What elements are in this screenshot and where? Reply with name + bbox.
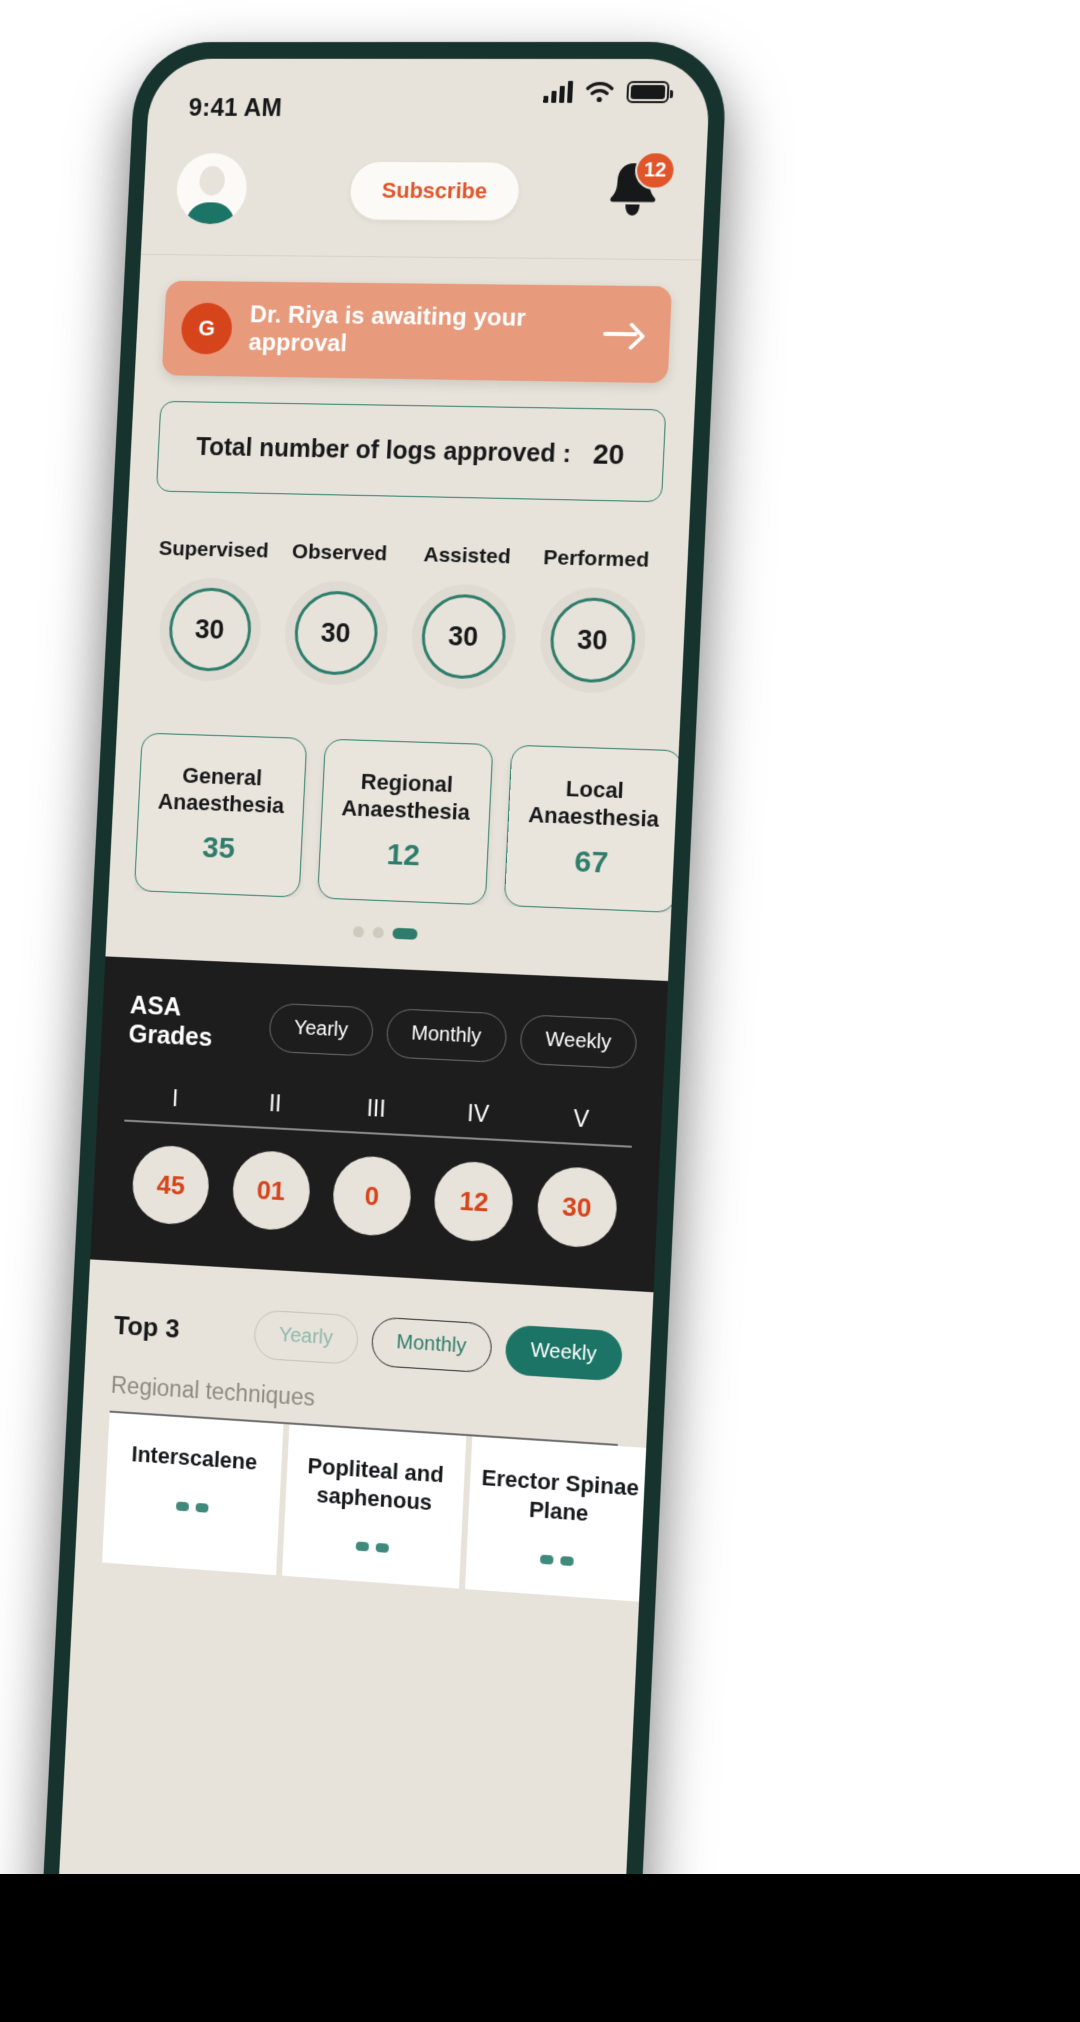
top3-section: Top 3 Yearly Monthly Weekly Regional tec… — [74, 1259, 654, 1603]
technique-card[interactable]: Interscalene — [102, 1412, 284, 1576]
technique-name: Interscalene — [131, 1441, 258, 1475]
device-frame: 9:41 AM Subscribe 12 G Dr. Riya is await… — [36, 41, 729, 2022]
asa-value-bubble: 0 — [331, 1154, 413, 1238]
app-header: Subscribe 12 — [140, 135, 708, 261]
notification-badge: 12 — [633, 151, 677, 190]
asa-filter-monthly[interactable]: Monthly — [385, 1007, 508, 1063]
top3-title: Top 3 — [113, 1309, 181, 1344]
top3-filter-group: Yearly Monthly Weekly — [253, 1309, 624, 1382]
asa-grade-label: III — [366, 1094, 387, 1122]
technique-bar — [115, 1497, 270, 1517]
top3-filter-monthly[interactable]: Monthly — [370, 1316, 493, 1374]
asa-grade-labels: I II III IV V — [125, 1083, 634, 1136]
stat-ring: 30 — [537, 586, 648, 695]
stat-performed[interactable]: Performed 30 — [525, 546, 662, 695]
battery-icon — [626, 80, 670, 104]
stat-label: Assisted — [423, 543, 512, 569]
stat-label: Performed — [542, 546, 650, 572]
carousel-dot-active[interactable] — [391, 927, 418, 940]
stat-label: Observed — [291, 540, 388, 566]
stat-rings-row: Supervised 30 Observed 30 Assisted 30 Pe… — [145, 537, 662, 695]
technique-name: Erector Spinae Plane — [481, 1464, 640, 1526]
asa-grade-label: I — [171, 1085, 179, 1112]
anaesthesia-count: 67 — [573, 844, 610, 880]
status-bar: 9:41 AM — [147, 59, 711, 138]
technique-card[interactable]: Popliteal and saphenous — [281, 1424, 467, 1589]
stat-observed[interactable]: Observed 30 — [270, 540, 404, 687]
technique-bar — [477, 1550, 637, 1571]
bottom-strip — [0, 1874, 1080, 2022]
anaesthesia-count: 35 — [201, 830, 236, 865]
asa-chart: I II III IV V 45 01 0 12 30 — [119, 1083, 633, 1250]
stat-ring: 30 — [282, 579, 390, 687]
stat-ring: 30 — [156, 576, 263, 683]
asa-grade-label: II — [268, 1089, 283, 1117]
asa-title: ASA Grades — [127, 991, 214, 1053]
anaesthesia-card[interactable]: General Anaesthesia 35 — [133, 732, 308, 898]
asa-value-bubble: 30 — [535, 1165, 619, 1250]
stat-value: 30 — [292, 590, 380, 677]
anaesthesia-carousel[interactable]: General Anaesthesia 35 Regional Anaesthe… — [133, 732, 679, 913]
approval-message: Dr. Riya is awaiting your approval — [248, 301, 527, 358]
anaesthesia-card[interactable]: Regional Anaesthesia 12 — [317, 738, 494, 906]
technique-card[interactable]: Erector Spinae Plane — [465, 1436, 653, 1603]
arrow-right-icon[interactable] — [603, 321, 645, 348]
stat-supervised[interactable]: Supervised 30 — [145, 537, 277, 683]
technique-list[interactable]: Interscalene Popliteal and saphenous Ere… — [102, 1412, 653, 1603]
phone-mockup: 9:41 AM Subscribe 12 G Dr. Riya is await… — [36, 41, 729, 2022]
asa-filter-yearly[interactable]: Yearly — [268, 1002, 374, 1057]
asa-grade-label: V — [572, 1105, 590, 1133]
anaesthesia-name: General Anaesthesia — [157, 762, 285, 819]
phone-screen: 9:41 AM Subscribe 12 G Dr. Riya is await… — [52, 58, 712, 2022]
scene: 9:41 AM Subscribe 12 G Dr. Riya is await… — [0, 0, 1080, 2022]
asa-grade-values: 45 01 0 12 30 — [119, 1143, 630, 1250]
avatar-head — [198, 165, 226, 196]
anaesthesia-name: Local Anaesthesia — [527, 776, 660, 832]
asa-filter-weekly[interactable]: Weekly — [519, 1013, 638, 1069]
user-avatar-icon[interactable] — [175, 153, 249, 225]
asa-grades-section: ASA Grades Yearly Monthly Weekly I II II… — [90, 956, 669, 1293]
subscribe-button[interactable]: Subscribe — [348, 160, 522, 222]
carousel-pagination[interactable] — [107, 916, 670, 951]
asa-filter-group: Yearly Monthly Weekly — [268, 1002, 638, 1069]
stat-assisted[interactable]: Assisted 30 — [397, 543, 532, 691]
asa-value-bubble: 01 — [230, 1149, 312, 1232]
status-time: 9:41 AM — [188, 94, 283, 122]
asa-grade-label: IV — [466, 1099, 490, 1128]
stat-ring: 30 — [409, 583, 518, 691]
dashboard-light-section: G Dr. Riya is awaiting your approval Tot… — [105, 280, 701, 982]
asa-value-bubble: 12 — [433, 1159, 515, 1244]
avatar-body — [185, 202, 236, 225]
status-icons — [543, 80, 670, 104]
carousel-dot[interactable] — [352, 926, 364, 938]
anaesthesia-card[interactable]: Local Anaesthesia 67 — [503, 744, 679, 913]
anaesthesia-name: Regional Anaesthesia — [340, 769, 471, 825]
technique-bar — [293, 1537, 451, 1557]
total-logs-label: Total number of logs approved : — [195, 432, 572, 468]
technique-name: Popliteal and saphenous — [307, 1452, 445, 1515]
approval-banner[interactable]: G Dr. Riya is awaiting your approval — [161, 280, 673, 384]
total-logs-card: Total number of logs approved : 20 — [155, 400, 667, 503]
stat-value: 30 — [419, 593, 508, 680]
notifications-button[interactable]: 12 — [602, 151, 677, 224]
total-logs-value: 20 — [592, 438, 626, 471]
subscribe-label: Subscribe — [381, 177, 488, 204]
approval-avatar: G — [180, 302, 234, 355]
top3-filter-weekly[interactable]: Weekly — [504, 1324, 624, 1382]
asa-value-bubble: 45 — [131, 1144, 211, 1227]
stat-value: 30 — [548, 596, 637, 684]
anaesthesia-count: 12 — [386, 837, 421, 873]
signal-icon — [543, 80, 574, 103]
top3-header: Top 3 Yearly Monthly Weekly — [113, 1301, 624, 1382]
carousel-dot[interactable] — [372, 926, 384, 939]
wifi-icon — [585, 81, 614, 103]
asa-header: ASA Grades Yearly Monthly Weekly — [128, 991, 638, 1073]
stat-label: Supervised — [158, 537, 270, 563]
stat-value: 30 — [166, 586, 253, 673]
top3-filter-yearly[interactable]: Yearly — [253, 1309, 359, 1365]
